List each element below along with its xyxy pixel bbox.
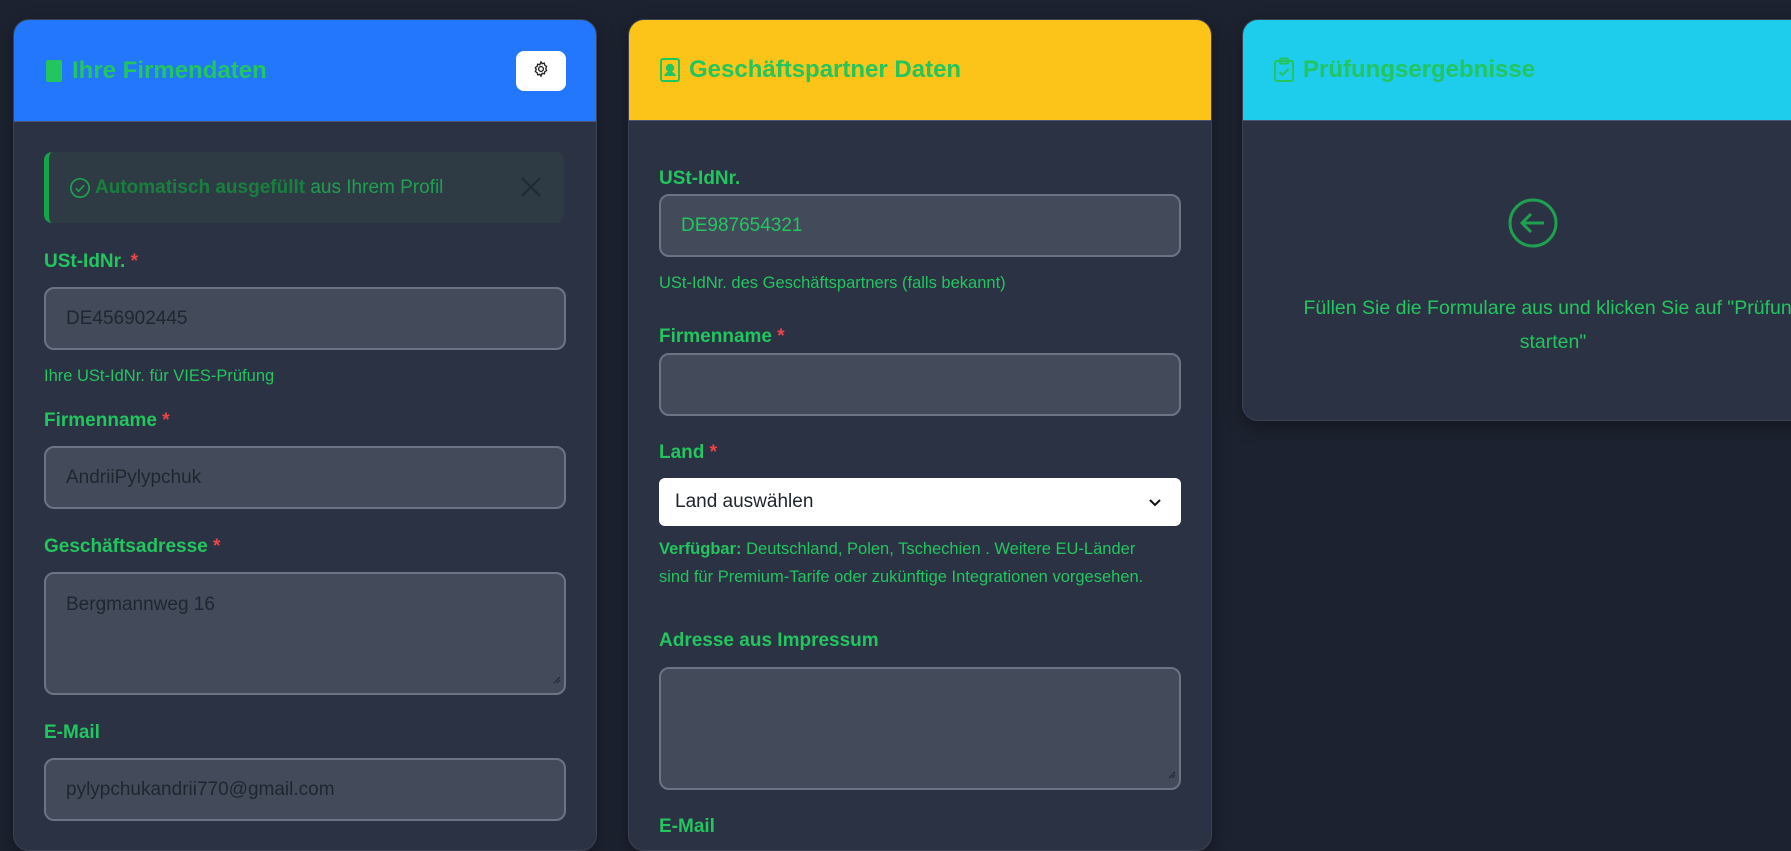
- results-card-title: Prüfungsergebnisse: [1273, 56, 1535, 84]
- partner-name-input[interactable]: [659, 353, 1181, 416]
- company-card-title: Ihre Firmendaten: [44, 57, 267, 85]
- alert-message: Automatisch ausgefüllt aus Ihrem Profil: [95, 176, 444, 198]
- clipboard-check-icon: [1273, 57, 1295, 83]
- partner-country-label: Land *: [659, 442, 718, 463]
- company-name-label: Firmenname *: [44, 410, 170, 431]
- partner-vat-label: USt-IdNr.: [659, 168, 741, 189]
- company-address-textarea[interactable]: Bergmannweg 16: [44, 572, 566, 695]
- partner-title-text: Geschäftspartner Daten: [689, 56, 962, 83]
- partner-address-textarea[interactable]: [659, 667, 1181, 790]
- partner-card-title: Geschäftspartner Daten: [659, 56, 961, 84]
- partner-vat-help: USt-IdNr. des Geschäftspartners (falls b…: [659, 274, 1006, 292]
- results-empty-message: Füllen Sie die Formulare aus und klicken…: [1303, 297, 1791, 353]
- partner-email-label: E-Mail: [659, 816, 715, 837]
- gear-icon: [532, 59, 550, 83]
- chevron-down-icon: [1147, 494, 1163, 516]
- company-title-text: Ihre Firmendaten: [72, 56, 267, 84]
- results-title-text: Prüfungsergebnisse: [1303, 56, 1536, 83]
- person-badge-icon: [659, 57, 681, 83]
- partner-card: Geschäftspartner Daten USt-IdNr. DE98765…: [628, 19, 1212, 851]
- partner-name-label: Firmenname *: [659, 326, 785, 347]
- results-card: Prüfungsergebnisse Füllen Sie die Formul…: [1242, 19, 1791, 421]
- partner-vat-input[interactable]: DE987654321: [659, 194, 1181, 257]
- resize-handle[interactable]: [1168, 763, 1176, 785]
- company-vat-help: Ihre USt-IdNr. für VIES-Prüfung: [44, 367, 275, 385]
- company-vat-input[interactable]: DE456902445: [44, 287, 566, 350]
- country-help: Verfügbar: Deutschland, Polen, Tschechie…: [659, 540, 1144, 586]
- company-card: Ihre Firmendaten Automatisch ausgefüllt …: [13, 19, 597, 851]
- partner-card-header: Geschäftspartner Daten: [629, 20, 1211, 121]
- results-card-header: Prüfungsergebnisse: [1243, 20, 1791, 121]
- country-select[interactable]: Land auswählen: [659, 478, 1181, 526]
- partner-vat-placeholder: DE987654321: [681, 214, 803, 236]
- arrow-left-circle-icon: [1507, 197, 1559, 254]
- company-address-label: Geschäftsadresse *: [44, 536, 221, 557]
- company-card-header: Ihre Firmendaten: [14, 20, 596, 122]
- company-vat-label: USt-IdNr. *: [44, 251, 138, 272]
- close-icon[interactable]: [520, 176, 542, 198]
- company-email-label: E-Mail: [44, 722, 100, 743]
- resize-handle[interactable]: [553, 668, 561, 690]
- check-circle-icon: [69, 177, 91, 199]
- company-name-input[interactable]: AndriiPylypchuk: [44, 446, 566, 509]
- autofill-alert: Automatisch ausgefüllt aus Ihrem Profil: [44, 152, 564, 223]
- building-icon: [44, 59, 64, 83]
- partner-address-label: Adresse aus Impressum: [659, 630, 879, 651]
- settings-button[interactable]: [516, 51, 566, 91]
- company-email-input[interactable]: pylypchukandrii770@gmail.com: [44, 758, 566, 821]
